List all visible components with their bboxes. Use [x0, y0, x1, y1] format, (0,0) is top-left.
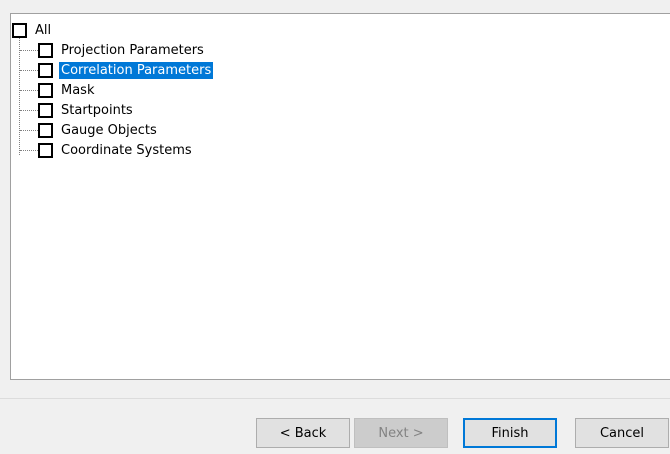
tree-connector-vertical	[19, 33, 20, 155]
tree-connector	[20, 150, 38, 151]
export-items-tree[interactable]: All Projection Parameters Correlation Pa…	[10, 13, 670, 380]
finish-button[interactable]: Finish	[463, 418, 557, 448]
all-checkbox[interactable]	[12, 22, 27, 38]
tree-node-startpoints[interactable]: Startpoints	[38, 100, 135, 120]
tree-node-mask[interactable]: Mask	[38, 80, 96, 100]
startpoints-checkbox[interactable]	[38, 102, 53, 118]
tree-node-coordinate-systems[interactable]: Coordinate Systems	[38, 140, 194, 160]
correlation-parameters-checkbox[interactable]	[38, 62, 53, 78]
tree-node-label[interactable]: Startpoints	[59, 102, 135, 119]
tree-connector	[20, 50, 38, 51]
tree-node-label[interactable]: Projection Parameters	[59, 42, 206, 59]
tree-node-label-selected[interactable]: Correlation Parameters	[59, 61, 214, 79]
tree-node-label[interactable]: All	[33, 22, 53, 39]
tree-node-correlation-parameters[interactable]: Correlation Parameters	[38, 60, 214, 80]
button-bar-separator	[0, 398, 670, 399]
tree-node-label[interactable]: Gauge Objects	[59, 122, 159, 139]
cancel-button[interactable]: Cancel	[575, 418, 669, 448]
gauge-objects-checkbox[interactable]	[38, 122, 53, 138]
next-button: Next >	[354, 418, 448, 448]
projection-parameters-checkbox[interactable]	[38, 42, 53, 58]
coordinate-systems-checkbox[interactable]	[38, 142, 53, 158]
tree-connector	[20, 90, 38, 91]
tree-node-all[interactable]: All	[12, 20, 53, 40]
mask-checkbox[interactable]	[38, 82, 53, 98]
tree-connector	[20, 70, 38, 71]
tree-node-gauge-objects[interactable]: Gauge Objects	[38, 120, 159, 140]
tree-node-label[interactable]: Coordinate Systems	[59, 142, 194, 159]
tree-connector	[20, 130, 38, 131]
tree-node-label[interactable]: Mask	[59, 82, 96, 99]
tree-node-projection-parameters[interactable]: Projection Parameters	[38, 40, 206, 60]
tree-connector	[20, 110, 38, 111]
back-button[interactable]: < Back	[256, 418, 350, 448]
